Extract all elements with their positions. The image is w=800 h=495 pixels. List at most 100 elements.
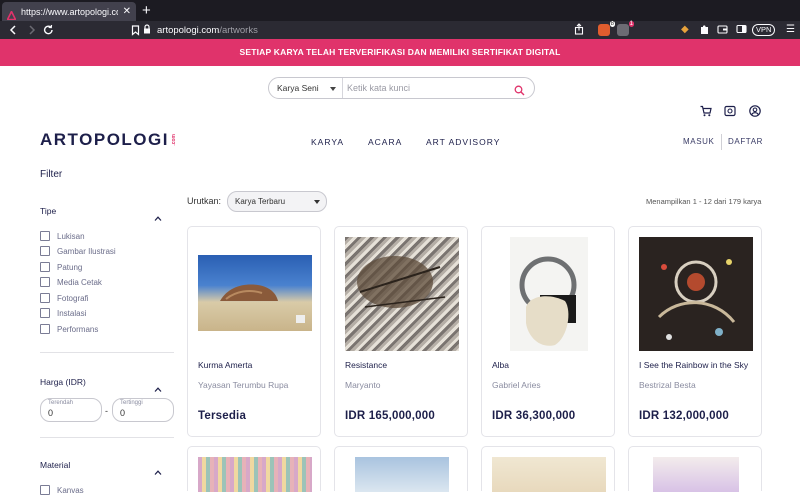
filter-harga-heading[interactable]: Harga (IDR) xyxy=(40,377,86,387)
register-link[interactable]: DAFTAR xyxy=(728,137,763,146)
checkbox[interactable] xyxy=(40,262,50,272)
shield-count-badge: 8 xyxy=(609,21,615,27)
url-path: /artworks xyxy=(219,24,258,36)
rewards-count-badge: 1 xyxy=(628,21,634,27)
filter-option-fotografi[interactable]: Fotografi xyxy=(40,293,89,303)
divider xyxy=(40,437,174,438)
price-min-label: Terendah xyxy=(48,400,74,406)
checkbox[interactable] xyxy=(40,293,50,303)
artwork-image[interactable] xyxy=(198,255,312,331)
artwork-title[interactable]: Alba xyxy=(492,360,509,370)
filter-option-lukisan[interactable]: Lukisan xyxy=(40,231,85,241)
artwork-image[interactable] xyxy=(639,237,753,351)
artwork-price: IDR 36,300,000 xyxy=(492,410,576,422)
account-icon[interactable] xyxy=(749,104,761,117)
artwork-title[interactable]: Kurma Amerta xyxy=(198,360,252,370)
chevron-down-icon xyxy=(330,83,336,93)
search-input[interactable] xyxy=(343,83,508,93)
artwork-card[interactable] xyxy=(334,446,468,492)
artwork-card[interactable]: Kurma Amerta Yayasan Terumbu Rupa Tersed… xyxy=(187,226,321,437)
chevron-up-icon[interactable] xyxy=(154,208,162,221)
new-tab-icon[interactable]: + xyxy=(142,2,151,19)
sort-label: Urutkan: xyxy=(187,196,222,206)
artwork-artist[interactable]: Yayasan Terumbu Rupa xyxy=(198,380,288,390)
option-label: Gambar Ilustrasi xyxy=(57,246,116,256)
checkbox[interactable] xyxy=(40,485,50,495)
price-min-field[interactable]: Terendah 0 xyxy=(40,398,102,422)
artwork-image[interactable] xyxy=(198,457,312,492)
option-label: Lukisan xyxy=(57,231,85,241)
share-icon[interactable] xyxy=(574,23,584,40)
lock-icon xyxy=(143,23,151,37)
site-logo[interactable]: ARTOPOLOGI .com xyxy=(40,130,177,150)
search-icon[interactable] xyxy=(514,83,525,95)
filter-heading: Filter xyxy=(40,169,63,180)
price-max-label: Tertinggi xyxy=(120,400,143,406)
checkbox[interactable] xyxy=(40,308,50,318)
browser-tab[interactable]: https://www.artopologi.com/artw ✕ xyxy=(2,2,136,21)
artwork-card[interactable] xyxy=(628,446,762,492)
filter-option-instalasi[interactable]: Instalasi xyxy=(40,308,86,318)
artwork-artist[interactable]: Maryanto xyxy=(345,380,380,390)
artwork-card[interactable] xyxy=(481,446,615,492)
filter-material-heading[interactable]: Material xyxy=(40,460,70,470)
cart-icon[interactable] xyxy=(700,104,712,117)
address-bar[interactable]: artopologi.com/artworks xyxy=(143,22,598,38)
sort-value: Karya Terbaru xyxy=(235,197,286,206)
menu-hamburger-icon[interactable]: ☰ xyxy=(786,23,795,37)
checkbox[interactable] xyxy=(40,231,50,241)
vpn-button[interactable]: VPN xyxy=(752,24,776,36)
price-max-value[interactable]: 0 xyxy=(120,408,125,418)
close-tab-icon[interactable]: ✕ xyxy=(123,6,131,17)
artwork-price: IDR 165,000,000 xyxy=(345,410,435,422)
nav-karya[interactable]: KARYA xyxy=(311,137,344,147)
price-max-field[interactable]: Tertinggi 0 xyxy=(112,398,174,422)
brave-shield-icon[interactable]: 8 xyxy=(598,21,615,36)
logo-suffix: .com xyxy=(170,134,177,146)
artwork-card[interactable]: I See the Rainbow in the Sky Bestrizal B… xyxy=(628,226,762,437)
nav-acara[interactable]: ACARA xyxy=(368,137,402,147)
sidebar-toggle-icon[interactable] xyxy=(736,23,747,40)
filter-option-gambar-ilustrasi[interactable]: Gambar Ilustrasi xyxy=(40,246,116,256)
metamask-fox-icon[interactable]: ◆ xyxy=(681,23,689,37)
artwork-title[interactable]: I See the Rainbow in the Sky xyxy=(639,360,748,370)
option-label: Fotografi xyxy=(57,293,89,303)
sort-select[interactable]: Karya Terbaru xyxy=(227,191,327,212)
wallet-icon[interactable] xyxy=(717,23,728,40)
artwork-title[interactable]: Resistance xyxy=(345,360,387,370)
artwork-card[interactable]: Alba Gabriel Aries IDR 36,300,000 xyxy=(481,226,615,437)
extensions-puzzle-icon[interactable] xyxy=(699,23,710,40)
caret-down-icon xyxy=(314,200,320,204)
filter-option-patung[interactable]: Patung xyxy=(40,262,82,272)
artwork-card[interactable]: Resistance Maryanto IDR 165,000,000 xyxy=(334,226,468,437)
option-label: Media Cetak xyxy=(57,277,102,287)
browser-toolbar: artopologi.com/artworks 8 1 ◆ VPN ☰ xyxy=(0,21,800,39)
option-label: Patung xyxy=(57,262,83,272)
filter-option-media-cetak[interactable]: Media Cetak xyxy=(40,277,102,287)
nav-art-advisory[interactable]: ART ADVISORY xyxy=(426,137,500,147)
checkbox[interactable] xyxy=(40,277,50,287)
logo-text: ARTOPOLOGI xyxy=(40,130,169,149)
filter-option-kanvas[interactable]: Kanvas xyxy=(40,485,84,495)
auth-divider xyxy=(721,134,722,150)
price-min-value[interactable]: 0 xyxy=(48,408,53,418)
filter-option-performans[interactable]: Performans xyxy=(40,324,98,334)
checkbox[interactable] xyxy=(40,246,50,256)
chevron-up-icon[interactable] xyxy=(154,462,162,475)
filter-tipe-heading[interactable]: Tipe xyxy=(40,206,56,216)
wishlist-frame-icon[interactable] xyxy=(724,104,736,117)
login-link[interactable]: MASUK xyxy=(683,137,714,146)
chevron-up-icon[interactable] xyxy=(154,379,162,392)
artwork-card[interactable] xyxy=(187,446,321,492)
brave-rewards-icon[interactable]: 1 xyxy=(617,21,634,36)
promo-banner: SETIAP KARYA TELAH TERVERIFIKASI DAN MEM… xyxy=(0,39,800,66)
artwork-image[interactable] xyxy=(355,457,449,492)
artwork-artist[interactable]: Gabriel Aries xyxy=(492,380,541,390)
checkbox[interactable] xyxy=(40,324,50,334)
artwork-image[interactable] xyxy=(492,457,606,492)
artwork-image[interactable] xyxy=(510,237,588,351)
search-category-select[interactable]: Karya Seni xyxy=(269,78,343,98)
artwork-image[interactable] xyxy=(653,457,739,492)
artwork-image[interactable] xyxy=(345,237,459,351)
artwork-artist[interactable]: Bestrizal Besta xyxy=(639,380,696,390)
